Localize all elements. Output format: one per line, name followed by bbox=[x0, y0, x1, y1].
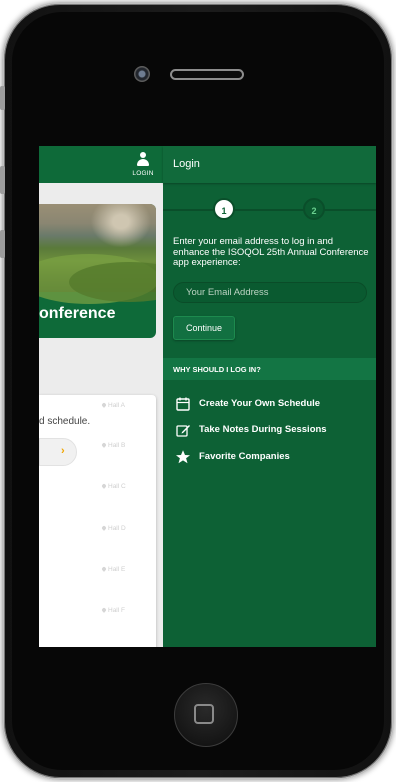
continue-button[interactable]: Continue bbox=[173, 316, 235, 340]
location-pin-icon bbox=[101, 525, 107, 531]
star-icon bbox=[176, 450, 190, 464]
home-square-icon bbox=[194, 704, 214, 724]
location-pin-icon bbox=[101, 402, 107, 408]
step-1-indicator: 1 bbox=[213, 198, 235, 220]
location-pin-icon bbox=[101, 566, 107, 572]
benefit-label: Take Notes During Sessions bbox=[199, 424, 327, 435]
hero-title: onference bbox=[39, 305, 116, 322]
chevron-right-icon: › bbox=[61, 445, 65, 457]
app-content: onference d schedule. › Hall A Hall B Ha… bbox=[39, 183, 163, 647]
hall-label: Hall C bbox=[101, 483, 126, 490]
benefit-label: Create Your Own Schedule bbox=[199, 398, 321, 409]
app-header: LOGIN bbox=[39, 146, 163, 183]
schedule-next-button[interactable]: › bbox=[39, 438, 77, 466]
hall-label: Hall E bbox=[101, 566, 125, 573]
location-pin-icon bbox=[101, 607, 107, 613]
why-login-heading: WHY SHOULD I LOG IN? bbox=[173, 365, 261, 374]
location-pin-icon bbox=[101, 483, 107, 489]
volume-down-button bbox=[0, 230, 5, 258]
camera-icon bbox=[134, 66, 150, 82]
calendar-icon bbox=[176, 397, 190, 411]
silent-switch bbox=[0, 86, 5, 110]
why-login-heading-bar: WHY SHOULD I LOG IN? bbox=[163, 358, 376, 380]
login-tab[interactable]: LOGIN bbox=[123, 148, 163, 182]
schedule-card: d schedule. › Hall A Hall B Hall C Hall … bbox=[39, 395, 156, 647]
conference-hero-card[interactable]: onference bbox=[39, 204, 156, 338]
email-input[interactable] bbox=[173, 282, 367, 303]
location-pin-icon bbox=[101, 442, 107, 448]
login-panel-title: Login bbox=[173, 158, 200, 170]
step-progress-line bbox=[163, 209, 376, 211]
schedule-card-text: d schedule. bbox=[39, 416, 91, 427]
hall-label: Hall F bbox=[101, 607, 125, 614]
edit-note-icon bbox=[176, 425, 190, 437]
login-instructions: Enter your email address to log in and e… bbox=[173, 236, 369, 268]
benefit-label: Favorite Companies bbox=[199, 451, 290, 462]
landscape-image bbox=[39, 204, 156, 304]
login-panel: Login 1 2 Enter your email address to lo… bbox=[163, 146, 376, 647]
hall-label: Hall D bbox=[101, 525, 126, 532]
step-2-indicator: 2 bbox=[303, 198, 325, 220]
login-panel-header: Login bbox=[163, 146, 376, 183]
volume-up-button bbox=[0, 166, 5, 194]
login-tab-label: LOGIN bbox=[132, 170, 154, 177]
hall-label: Hall A bbox=[101, 402, 125, 409]
speaker-grille bbox=[170, 69, 244, 80]
hall-label: Hall B bbox=[101, 442, 125, 449]
phone-screen: LOGIN onference d schedule. › Hall A Hal… bbox=[39, 146, 376, 647]
user-icon bbox=[137, 152, 149, 166]
